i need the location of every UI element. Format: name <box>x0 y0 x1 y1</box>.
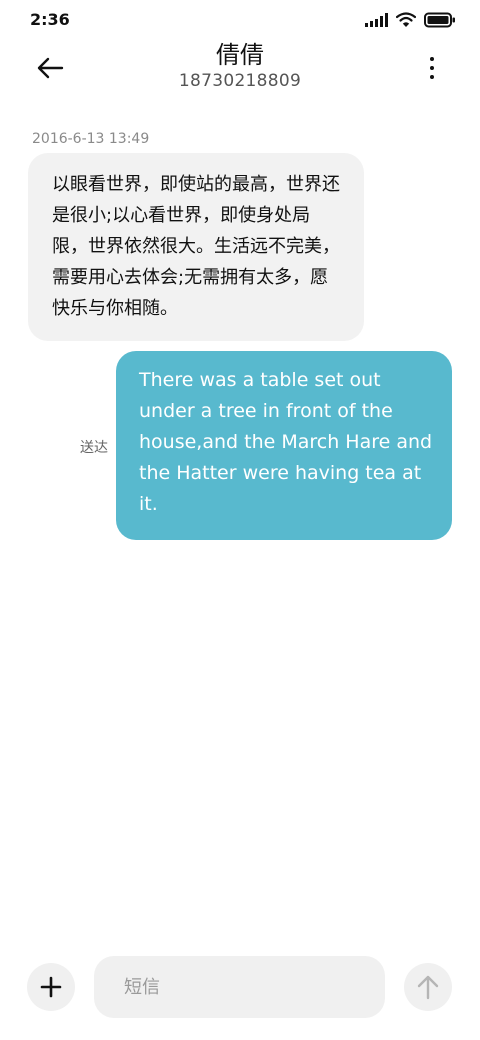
delivery-status: 送达 <box>80 440 108 456</box>
status-time: 2:36 <box>30 10 70 29</box>
outgoing-message-bubble[interactable]: There was a table set out under a tree i… <box>116 351 452 540</box>
status-bar: 2:36 <box>0 0 480 40</box>
message-input-container[interactable] <box>94 956 385 1018</box>
more-vertical-icon <box>430 57 434 61</box>
wifi-icon <box>396 12 416 27</box>
message-timestamp: 2016-6-13 13:49 <box>32 131 150 147</box>
more-options-button[interactable] <box>420 54 444 82</box>
battery-icon <box>424 12 455 28</box>
messaging-screen: 2:36 倩倩 18730218809 2016-6-13 13:49 以眼看世… <box>0 0 480 1040</box>
contact-name: 倩倩 <box>216 41 264 69</box>
status-icons <box>365 12 456 28</box>
add-attachment-button[interactable] <box>27 963 75 1011</box>
incoming-message-bubble[interactable]: 以眼看世界，即使站的最高，世界还是很小;以心看世界，即使身处局限，世界依然很大。… <box>28 153 364 341</box>
message-input[interactable] <box>122 975 366 999</box>
up-arrow-icon <box>417 975 439 1000</box>
contact-phone-number: 18730218809 <box>178 71 302 91</box>
conversation-header: 倩倩 18730218809 <box>0 40 480 104</box>
plus-icon <box>40 976 62 998</box>
send-button[interactable] <box>404 963 452 1011</box>
signal-icon <box>365 13 388 27</box>
